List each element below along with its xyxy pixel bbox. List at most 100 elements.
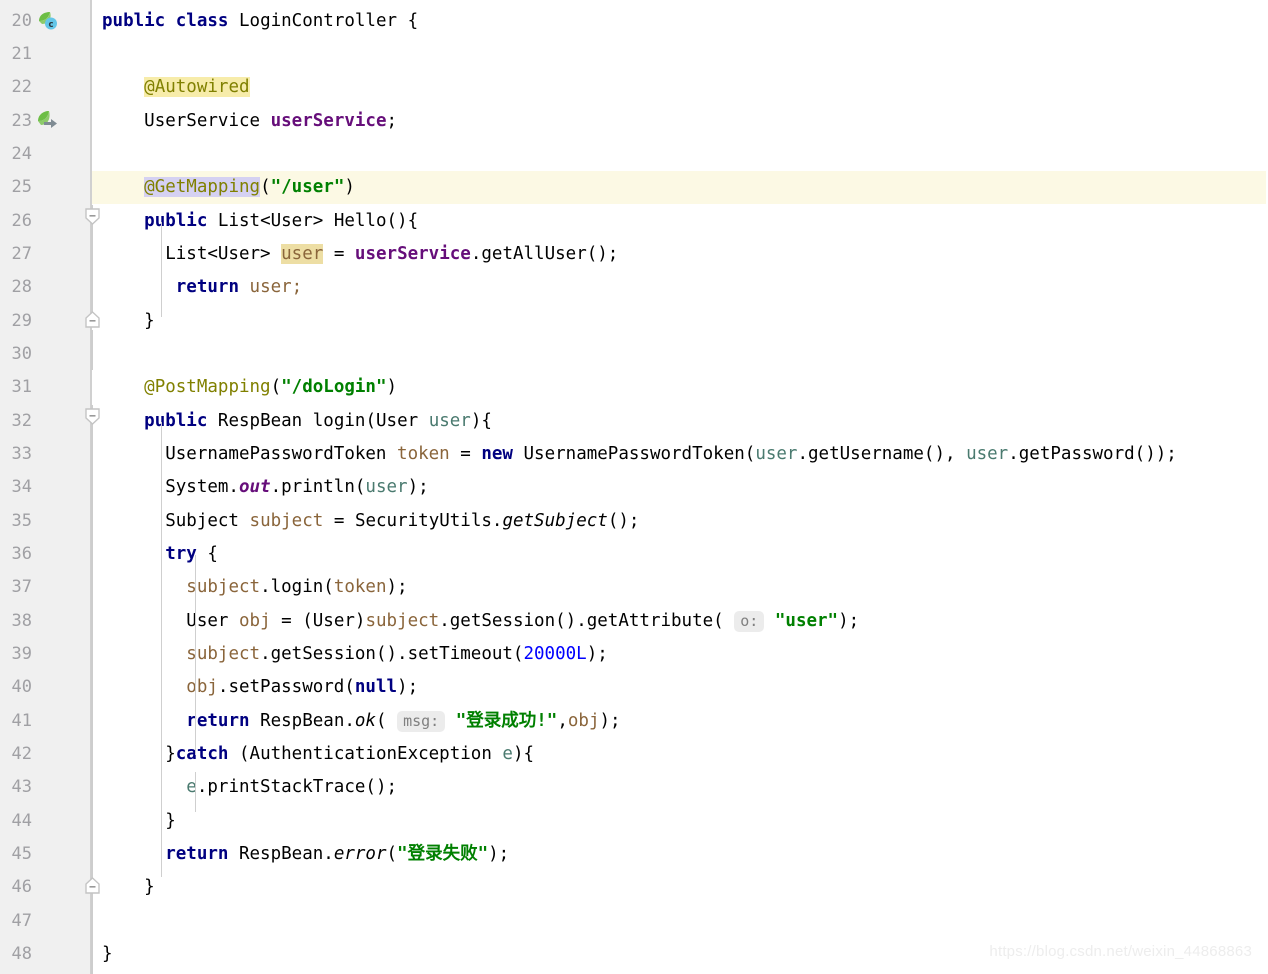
class-RespBean: RespBean. [260,711,355,731]
line-number-39: 39 [11,644,32,664]
method-call-println: .println( [270,477,366,497]
brace-close: } [144,311,155,331]
type-List-User: List<User> [165,244,271,264]
line-number-31: 31 [11,377,32,397]
method-call-getPassword: .getPassword()); [1008,444,1177,464]
fold-end-login-method[interactable] [83,876,102,895]
code-line-43[interactable]: e.printStackTrace(); [92,771,397,804]
line-number-41: 41 [11,711,32,731]
paren-open: ( [386,844,398,864]
class-SecurityUtils: SecurityUtils. [354,511,503,531]
code-line-42[interactable]: }catch (AuthenticationException e){ [92,738,534,771]
line-number-28: 28 [11,277,32,297]
keyword-class: class [175,11,229,31]
code-line-38[interactable]: User obj = (User)subject.getSession().ge… [92,605,859,638]
call-tail: ); [838,611,860,631]
code-line-48[interactable]: } [92,938,113,971]
method-signature-tail: ){ [470,411,492,431]
code-line-32[interactable]: public RespBean login(User user){ [92,405,492,438]
spring-bean-class-icon[interactable]: c [36,10,58,32]
code-line-27[interactable]: List<User> user = userService.getAllUser… [92,238,618,271]
code-line-31[interactable]: @PostMapping("/doLogin") [92,371,397,404]
code-line-25[interactable]: @GetMapping("/user") [92,171,355,204]
code-line-41[interactable]: return RespBean.ok( msg: "登录成功!",obj); [92,705,621,738]
field-userService: userService [354,244,471,264]
local-variable-obj: obj [186,677,218,697]
string-dologin-path: "/doLogin" [281,377,387,397]
annotation-postmapping: @PostMapping [144,377,271,397]
line-number-30: 30 [11,344,32,364]
local-variable-token: token [397,444,450,464]
assign-operator: = [333,511,345,531]
comma: , [557,711,568,731]
paren-open: ( [744,444,756,464]
code-line-39[interactable]: subject.getSession().setTimeout(20000L); [92,638,608,671]
code-line-33[interactable]: UsernamePasswordToken token = new Userna… [92,438,1177,471]
spring-autowired-dependency-icon[interactable] [36,110,58,132]
code-line-22[interactable]: @Autowired [92,71,250,104]
line-number-21: 21 [11,44,32,64]
indent-guide [195,772,196,812]
call-tail: ); [488,844,510,864]
method-call-getAllUser: getAllUser(); [481,244,619,264]
local-variable-subject: subject [365,611,440,631]
code-line-35[interactable]: Subject subject = SecurityUtils.getSubje… [92,505,639,538]
code-editor[interactable]: 20 21 22 23 24 25 26 27 28 29 30 31 32 3… [0,0,1268,974]
line-number-46: 46 [11,877,32,897]
static-method-ok: ok [354,711,376,731]
local-variable-subject: subject [249,511,324,531]
number-literal-20000L: 20000L [523,644,587,664]
fold-end-hello-method[interactable] [83,310,102,329]
line-number-48: 48 [11,944,32,964]
field-userService: userService [270,111,387,131]
method-call-login: .login( [260,577,334,597]
method-chain-getSession-setTimeout: .getSession().setTimeout( [260,644,524,664]
method-call-printStackTrace: .printStackTrace(); [196,777,398,797]
parameter-hint-o: o: [734,611,765,632]
class-RespBean: RespBean. [238,844,334,864]
code-line-45[interactable]: return RespBean.error("登录失败"); [92,838,509,871]
catch-tail: ){ [512,744,535,764]
string-user-path: "/user" [270,177,345,197]
code-line-47[interactable] [92,905,102,938]
code-line-23[interactable]: UserService userService; [92,105,397,138]
svg-text:c: c [48,20,53,30]
code-line-28[interactable]: return user; [92,271,302,304]
line-number-26: 26 [11,211,32,231]
line-number-22: 22 [11,77,32,97]
line-number-42: 42 [11,744,32,764]
code-line-26[interactable]: public List<User> Hello(){ [92,205,418,238]
code-line-34[interactable]: System.out.println(user); [92,471,428,504]
brace-open: { [207,544,218,564]
cast-close: ) [354,611,366,631]
code-line-37[interactable]: subject.login(token); [92,571,407,604]
code-line-36[interactable]: try { [92,538,218,571]
assign-operator: = [460,444,471,464]
exception-variable-e: e [502,744,513,764]
line-number-47: 47 [11,911,32,931]
paren-close: ) [344,177,355,197]
semicolon: ; [386,111,398,131]
code-line-40[interactable]: obj.setPassword(null); [92,671,418,704]
fold-collapse-hello-method[interactable] [83,207,102,226]
paren-open: ( [270,377,282,397]
parameter-hint-msg: msg: [397,711,446,732]
type-User: User [186,611,229,631]
code-line-20[interactable]: public class LoginController { [92,5,418,38]
paren-open: ( [228,744,250,764]
keyword-public: public [144,211,208,231]
method-call-setPassword: .setPassword( [217,677,355,697]
static-method-getSubject: getSubject [502,511,608,531]
line-number-36: 36 [11,544,32,564]
call-tail: ); [586,644,608,664]
code-line-21[interactable] [92,38,102,71]
method-signature-tail: (){ [386,211,419,231]
fold-collapse-login-method[interactable] [83,407,102,426]
code-content[interactable]: public class LoginController { @Autowire… [92,0,1268,974]
code-line-30[interactable] [92,338,102,371]
code-line-44[interactable]: } [92,805,176,838]
string-user-attr: "user" [774,611,839,631]
brace-close: } [144,877,155,897]
code-line-24[interactable] [92,138,102,171]
watermark: https://blog.csdn.net/weixin_44868863 [989,943,1252,960]
